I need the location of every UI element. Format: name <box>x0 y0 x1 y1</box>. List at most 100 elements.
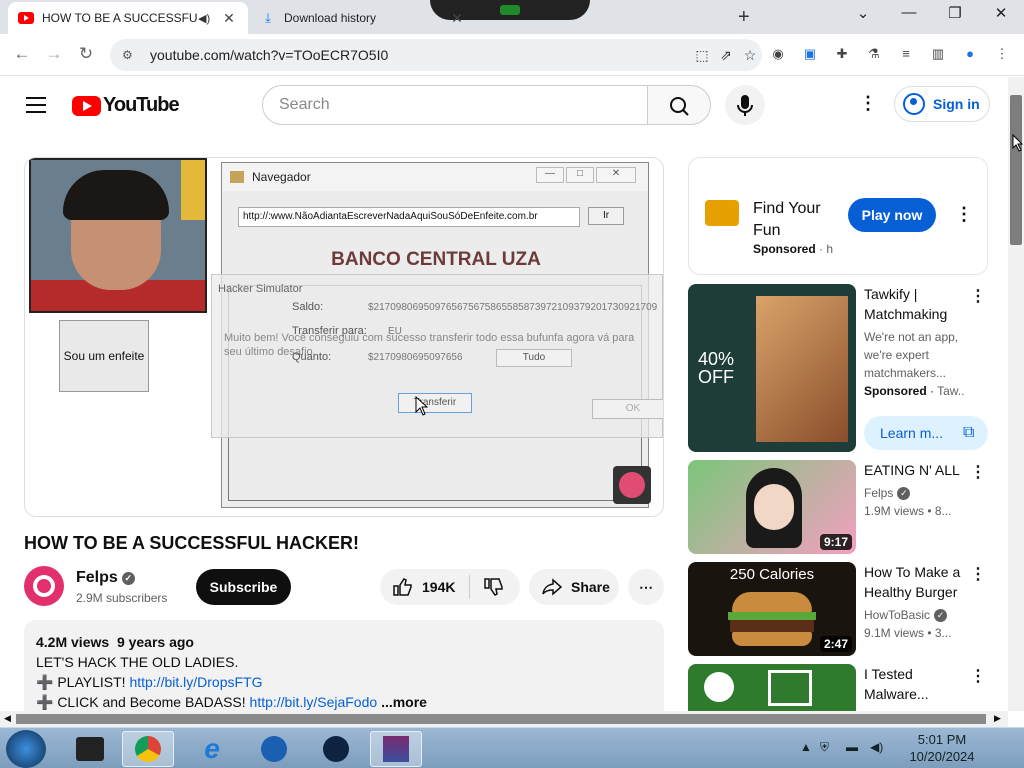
tray-arrow-icon[interactable]: ▲ <box>800 740 812 754</box>
side-panel-icon[interactable]: ▥ <box>928 46 948 64</box>
horizontal-scroll-thumb[interactable] <box>16 714 986 724</box>
description-text: ➕ CLICK and Become BADASS! <box>36 694 250 710</box>
youtube-logo[interactable]: YouTube <box>72 94 180 117</box>
site-info-icon[interactable]: ⚙ <box>122 48 140 62</box>
upload-age: 9 years ago <box>116 634 194 650</box>
tray-volume-icon[interactable]: ◀) <box>870 740 883 754</box>
reload-button[interactable]: ↻ <box>74 44 98 64</box>
restore-button[interactable]: ❐ <box>940 4 970 22</box>
sponsored-label: Sponsored <box>864 384 927 398</box>
tab-search-icon[interactable]: ⌄ <box>848 4 878 22</box>
vertical-scroll-thumb[interactable] <box>1010 95 1022 245</box>
horizontal-scrollbar[interactable]: ◀ ▶ <box>0 711 1008 727</box>
address-bar[interactable]: ⚙ youtube.com/watch?v=TOoECR7O5I0 ⬚ ⇗ ☆ <box>110 39 762 71</box>
video-player[interactable]: Sou um enfeite Navegador — □ ✕ http://:w… <box>24 157 664 517</box>
media-queue-icon[interactable]: ≡ <box>896 46 916 64</box>
dislike-button[interactable] <box>470 577 518 597</box>
badass-link[interactable]: http://bit.ly/SejaFodo <box>250 694 378 710</box>
subscriber-count: 2.9M subscribers <box>76 591 168 605</box>
translate-icon[interactable]: ▣ <box>800 46 820 64</box>
extension-icon[interactable]: ◉ <box>768 46 788 64</box>
channel-name-text: Felps <box>864 486 894 500</box>
channel-name[interactable]: Felps ✓ <box>76 569 135 587</box>
channel-avatar[interactable] <box>24 566 64 606</box>
transfer-to-value: EU <box>388 326 402 337</box>
item-menu-icon[interactable]: ⋮ <box>970 462 986 482</box>
speaker-icon[interactable]: ◀) <box>198 12 214 25</box>
minimize-button[interactable]: — <box>894 4 924 21</box>
voice-search-button[interactable] <box>725 85 765 125</box>
share-button[interactable]: Share <box>529 569 619 605</box>
item-menu-icon[interactable]: ⋮ <box>970 286 986 306</box>
labs-flask-icon[interactable]: ⚗ <box>864 46 884 64</box>
play-now-button[interactable]: Play now <box>848 198 936 232</box>
scroll-left-icon[interactable]: ◀ <box>4 713 11 724</box>
new-tab-button[interactable]: + <box>738 6 750 29</box>
search-input[interactable]: Search <box>262 85 648 125</box>
taskbar-winrar-icon[interactable] <box>370 731 422 767</box>
taskbar-media-player-icon[interactable] <box>248 731 300 767</box>
tab-download-history[interactable]: ⤓ Download history ✕ <box>250 2 476 34</box>
recommended-title: EATING N' ALL <box>864 462 960 478</box>
taskbar-chrome-icon[interactable] <box>122 731 174 767</box>
tray-network-icon[interactable]: ▬ <box>846 740 858 754</box>
amount-value: $2170980695097656 <box>368 352 463 363</box>
back-button[interactable]: ← <box>10 44 34 64</box>
amount-label: Quanto: <box>292 351 332 363</box>
search-button[interactable] <box>647 85 711 125</box>
taskbar-app2-icon[interactable] <box>310 731 362 767</box>
share-icon[interactable]: ⇗ <box>714 47 738 64</box>
profile-icon[interactable]: ● <box>960 46 980 64</box>
like-button[interactable]: 194K <box>380 575 470 599</box>
scroll-right-icon[interactable]: ▶ <box>994 713 1001 724</box>
menu-hamburger-icon[interactable] <box>26 97 46 118</box>
vertical-scrollbar[interactable] <box>1008 77 1024 711</box>
close-tab-icon[interactable]: ✕ <box>448 10 466 27</box>
video-thumbnail[interactable]: 40% OFF <box>688 284 856 452</box>
forward-button[interactable]: → <box>42 44 66 64</box>
recommended-item[interactable]: 250 Calories 2:47 How To Make a Healthy … <box>688 562 988 656</box>
ad-menu-icon[interactable]: ⋮ <box>955 204 973 225</box>
video-thumbnail[interactable]: 250 Calories 2:47 <box>688 562 856 656</box>
video-thumbnail[interactable] <box>688 664 856 711</box>
taskbar-ie-icon[interactable]: e <box>186 731 238 767</box>
start-button[interactable] <box>6 730 46 768</box>
close-tab-icon[interactable]: ✕ <box>220 10 238 27</box>
view-count: 4.2M views <box>36 634 110 650</box>
channel-watermark-icon[interactable] <box>613 466 651 504</box>
channel-name-text: Felps <box>76 569 118 586</box>
recommended-item[interactable]: 40% OFF Tawkify | Matchmaking We're not … <box>688 284 988 452</box>
learn-more-button[interactable]: Learn m... ⧉ <box>864 416 988 450</box>
tray-shield-icon[interactable]: ⛨ <box>820 740 829 755</box>
thumbs-up-icon <box>393 578 412 596</box>
ad-title: Find Your Fun <box>753 200 821 239</box>
clock-date: 10/20/2024 <box>909 749 975 764</box>
all-button: Tudo <box>496 349 572 367</box>
video-thumbnail[interactable]: 9:17 <box>688 460 856 554</box>
more-actions-button[interactable]: ⋯ <box>628 569 664 605</box>
browser-menu-icon[interactable]: ⋮ <box>992 46 1012 64</box>
taskbar-clock[interactable]: 5:01 PM 10/20/2024 <box>892 731 992 765</box>
extensions-puzzle-icon[interactable]: ✚ <box>832 46 852 64</box>
sign-in-button[interactable]: Sign in <box>894 86 990 122</box>
person-hair <box>63 170 169 220</box>
recommended-item[interactable]: I Tested Malware... ⋮ <box>688 664 988 711</box>
description-box[interactable]: 4.2M views 9 years ago LET'S HACK THE OL… <box>24 620 664 720</box>
recommended-item[interactable]: 9:17 EATING N' ALL Felps ✓ 1.9M views • 8… <box>688 460 988 554</box>
item-menu-icon[interactable]: ⋮ <box>970 564 986 584</box>
browser-tab-strip: HOW TO BE A SUCCESSFUL ◀) ✕ ⤓ Download h… <box>0 0 1024 34</box>
ad-line: matchmakers... <box>864 366 947 380</box>
subscribe-button[interactable]: Subscribe <box>196 569 291 605</box>
close-window-button[interactable]: ✕ <box>986 4 1016 22</box>
transfer-to-label: Transferir para: <box>292 325 367 337</box>
bookmark-star-icon[interactable]: ☆ <box>738 47 762 64</box>
item-menu-icon[interactable]: ⋮ <box>970 666 986 686</box>
settings-menu-icon[interactable]: ⋮ <box>859 93 877 114</box>
taskbar-app-icon[interactable] <box>64 731 116 767</box>
ad-domain: h <box>826 242 834 256</box>
install-icon[interactable]: ⬚ <box>690 47 714 64</box>
tab-youtube[interactable]: HOW TO BE A SUCCESSFUL ◀) ✕ <box>8 2 248 34</box>
show-more-link[interactable]: ...more <box>381 694 427 710</box>
sponsored-ad-card[interactable]: Find Your Fun Sponsored · h Play now ⋮ <box>688 157 988 275</box>
playlist-link[interactable]: http://bit.ly/DropsFTG <box>129 674 262 690</box>
